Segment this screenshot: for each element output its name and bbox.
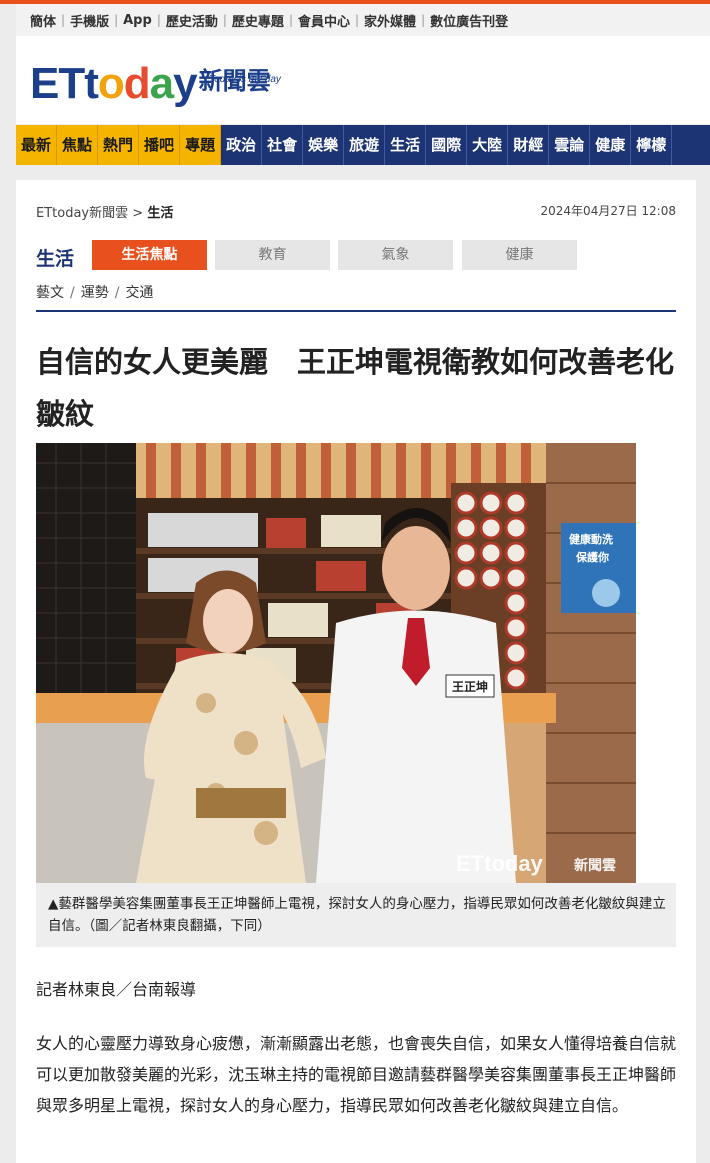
article-byline: 記者林東良／台南報導 (36, 980, 197, 999)
nav-item-video[interactable]: 播吧 (139, 125, 181, 165)
top-link-history-events[interactable]: 歷史活動 (166, 11, 218, 30)
nav-item-hot[interactable]: 熱門 (98, 125, 140, 165)
publish-date: 2024年04月27日 12:08 (540, 204, 676, 218)
sub-category-traffic[interactable]: 交通 (125, 285, 153, 301)
nav-item-life[interactable]: 生活 (385, 125, 427, 165)
main-nav: 最新 焦點 熱門 播吧 專題 政治 社會 娛樂 旅遊 生活 國際 大陸 財經 雲… (16, 125, 710, 165)
nav-item-politics[interactable]: 政治 (221, 125, 263, 165)
site-logo[interactable]: ETtoday 新聞雲 (30, 62, 271, 112)
watermark-logo: ETtoday (456, 851, 544, 876)
poster-text-2: 保護你 (575, 550, 609, 564)
article-headline: 自信的女人更美麗 王正坤電視衛教如何改善老化皺紋 (36, 345, 675, 431)
logo-slogan: Today is my day (209, 74, 281, 85)
tab-education[interactable]: 教育 (215, 240, 330, 270)
breadcrumb-current[interactable]: 生活 (147, 206, 173, 221)
nav-item-entertainment[interactable]: 娛樂 (303, 125, 345, 165)
sub-category-arts[interactable]: 藝文 (36, 285, 64, 301)
divider (36, 310, 676, 312)
top-link-app[interactable]: App (123, 13, 152, 28)
top-link-member-center[interactable]: 會員中心 (298, 11, 350, 30)
sub-category-fortune[interactable]: 運勢 (81, 285, 109, 301)
nav-item-latest[interactable]: 最新 (16, 125, 58, 165)
name-tag-text: 王正坤 (452, 679, 488, 694)
top-link-mobile[interactable]: 手機版 (70, 11, 109, 30)
nav-item-topics[interactable]: 專題 (180, 125, 222, 165)
logo-wordmark: ETtoday (30, 59, 198, 108)
watermark-cn: 新聞雲 (574, 857, 616, 874)
article-photo: 健康動洗 保護你 王正坤 ETtoday 新聞雲 (36, 443, 636, 883)
nav-item-health[interactable]: 健康 (590, 125, 632, 165)
breadcrumb-separator: > (132, 206, 144, 221)
nav-item-focus[interactable]: 焦點 (57, 125, 99, 165)
breadcrumb: ETtoday新聞雲 > 生活 (36, 202, 173, 221)
category-title[interactable]: 生活 (36, 244, 74, 271)
tab-health[interactable]: 健康 (462, 240, 577, 270)
breadcrumb-home[interactable]: ETtoday新聞雲 (36, 206, 128, 221)
photo-caption: ▲藝群醫學美容集團董事長王正坤醫師上電視，探討女人的身心壓力，指導民眾如何改善老… (36, 883, 676, 947)
sub-category-links: 藝文 / 運勢 / 交通 (36, 285, 154, 301)
tab-weather[interactable]: 氣象 (338, 240, 453, 270)
top-links-bar: 簡体 | 手機版 | App | 歷史活動 | 歷史專題 | 會員中心 | 家外媒體 | 數位… (16, 4, 710, 36)
article-paragraph: 女人的心靈壓力導致身心疲憊，漸漸顯露出老態，也會喪失自信，如果女人懂得培養自信就… (36, 1034, 677, 1115)
nav-item-travel[interactable]: 旅遊 (344, 125, 386, 165)
top-link-outdoor-media[interactable]: 家外媒體 (364, 11, 416, 30)
nav-item-society[interactable]: 社會 (262, 125, 304, 165)
site-header: ETtoday 新聞雲 Today is my day (16, 36, 710, 124)
poster-text-1: 健康動洗 (569, 532, 613, 546)
nav-item-finance[interactable]: 財經 (508, 125, 550, 165)
top-link-ads[interactable]: 數位廣告刊登 (430, 11, 508, 30)
top-link-history-topics[interactable]: 歷史專題 (232, 11, 284, 30)
nav-item-opinion[interactable]: 雲論 (549, 125, 591, 165)
tab-life-focus[interactable]: 生活焦點 (92, 240, 207, 270)
article-card: ETtoday新聞雲 > 生活 2024年04月27日 12:08 生活 生活焦… (16, 180, 696, 1163)
nav-item-lemon[interactable]: 檸檬 (631, 125, 673, 165)
top-link-simplified[interactable]: 簡体 (30, 11, 56, 30)
photo-illustration: 健康動洗 保護你 王正坤 ETtoday 新聞雲 (36, 443, 636, 883)
nav-item-international[interactable]: 國際 (426, 125, 468, 165)
nav-item-china[interactable]: 大陸 (467, 125, 509, 165)
